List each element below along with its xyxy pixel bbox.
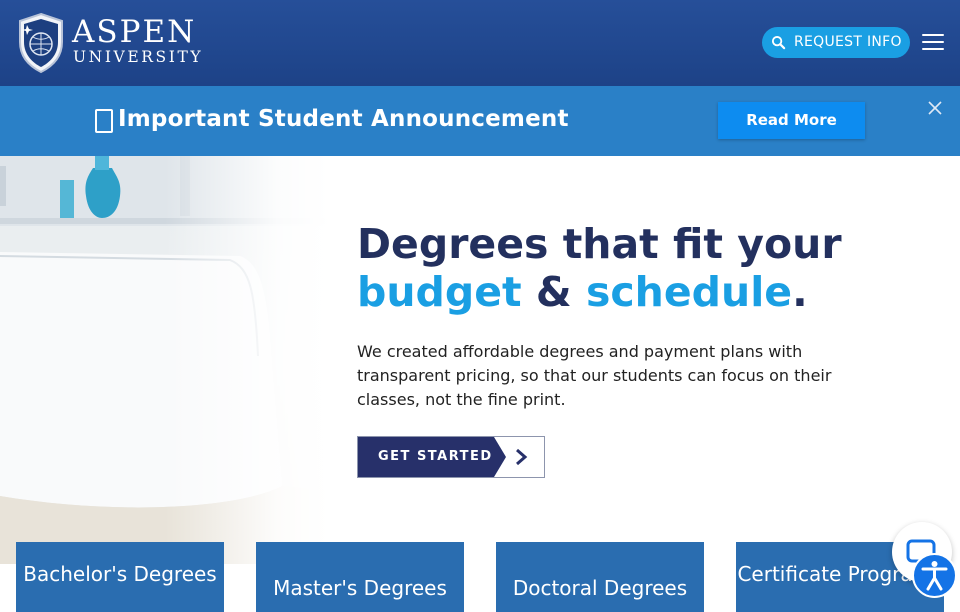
card-bachelors-degrees[interactable]: Bachelor's Degrees (16, 542, 224, 612)
logo-subtitle: UNIVERSITY (73, 48, 204, 66)
read-more-button[interactable]: Read More (718, 102, 865, 139)
close-icon[interactable] (927, 100, 943, 116)
headline-period: . (792, 268, 808, 316)
get-started-button[interactable]: GET STARTED (357, 436, 545, 478)
accessibility-icon (921, 561, 948, 591)
get-started-label: GET STARTED (378, 449, 493, 464)
shield-logo-icon (19, 12, 63, 74)
headline-budget: budget (357, 268, 522, 316)
site-header: ASPEN UNIVERSITY REQUEST INFO (0, 0, 960, 86)
aspen-university-logo[interactable]: ASPEN UNIVERSITY (16, 12, 226, 76)
headline-line1: Degrees that fit your (357, 220, 842, 268)
accessibility-button[interactable] (912, 553, 957, 598)
request-info-label: REQUEST INFO (794, 34, 902, 50)
card-label: Doctoral Degrees (512, 576, 688, 600)
headline-schedule: schedule (585, 268, 793, 316)
announcement-text: Important Student Announcement (118, 106, 569, 132)
hero-image (0, 156, 330, 564)
card-doctoral-degrees[interactable]: Doctoral Degrees (496, 542, 704, 612)
hero-headline: Degrees that fit your budget & schedule. (357, 220, 917, 316)
card-masters-degrees[interactable]: Master's Degrees (256, 542, 464, 612)
chevron-right-icon (516, 448, 528, 466)
search-icon (771, 35, 786, 50)
request-info-button[interactable]: REQUEST INFO (762, 27, 910, 58)
card-label: Bachelor's Degrees (23, 562, 217, 586)
hero-paragraph: We created affordable degrees and paymen… (357, 342, 832, 409)
card-label: Master's Degrees (273, 576, 447, 600)
headline-ampersand: & (535, 268, 572, 316)
announcement-icon (95, 109, 113, 133)
logo-wordmark: ASPEN (72, 14, 197, 50)
hamburger-menu-icon[interactable] (922, 34, 944, 52)
